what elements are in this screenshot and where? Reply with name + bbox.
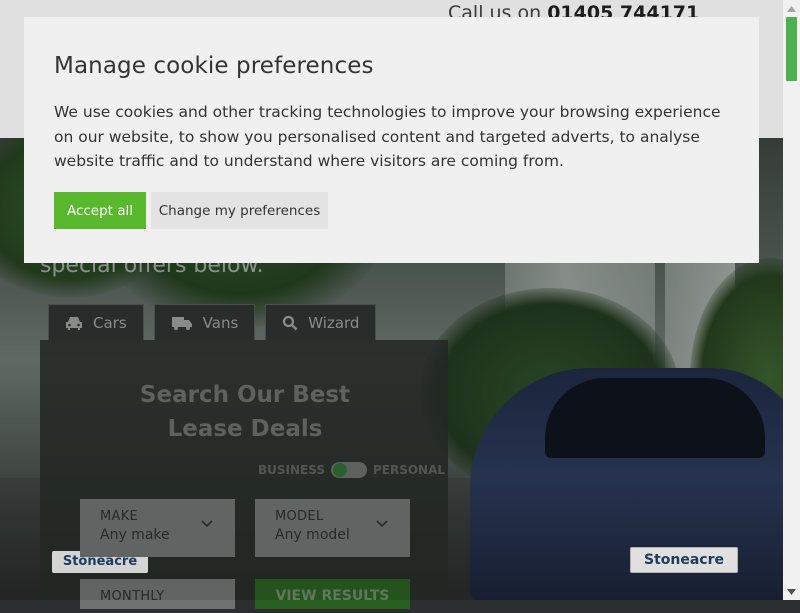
cookie-modal-description: We use cookies and other tracking techno… [54, 103, 721, 170]
scrollbar-thumb[interactable] [786, 17, 797, 81]
cookie-preferences-modal: Manage cookie preferences We use cookies… [24, 17, 759, 263]
change-preferences-button[interactable]: Change my preferences [151, 192, 328, 229]
accept-all-button[interactable]: Accept all [54, 192, 146, 229]
scroll-up-arrow-icon[interactable] [783, 0, 800, 17]
scroll-down-arrow-icon[interactable] [783, 583, 800, 600]
page-scrollbar[interactable] [783, 0, 800, 600]
cookie-modal-title: Manage cookie preferences [54, 53, 374, 79]
